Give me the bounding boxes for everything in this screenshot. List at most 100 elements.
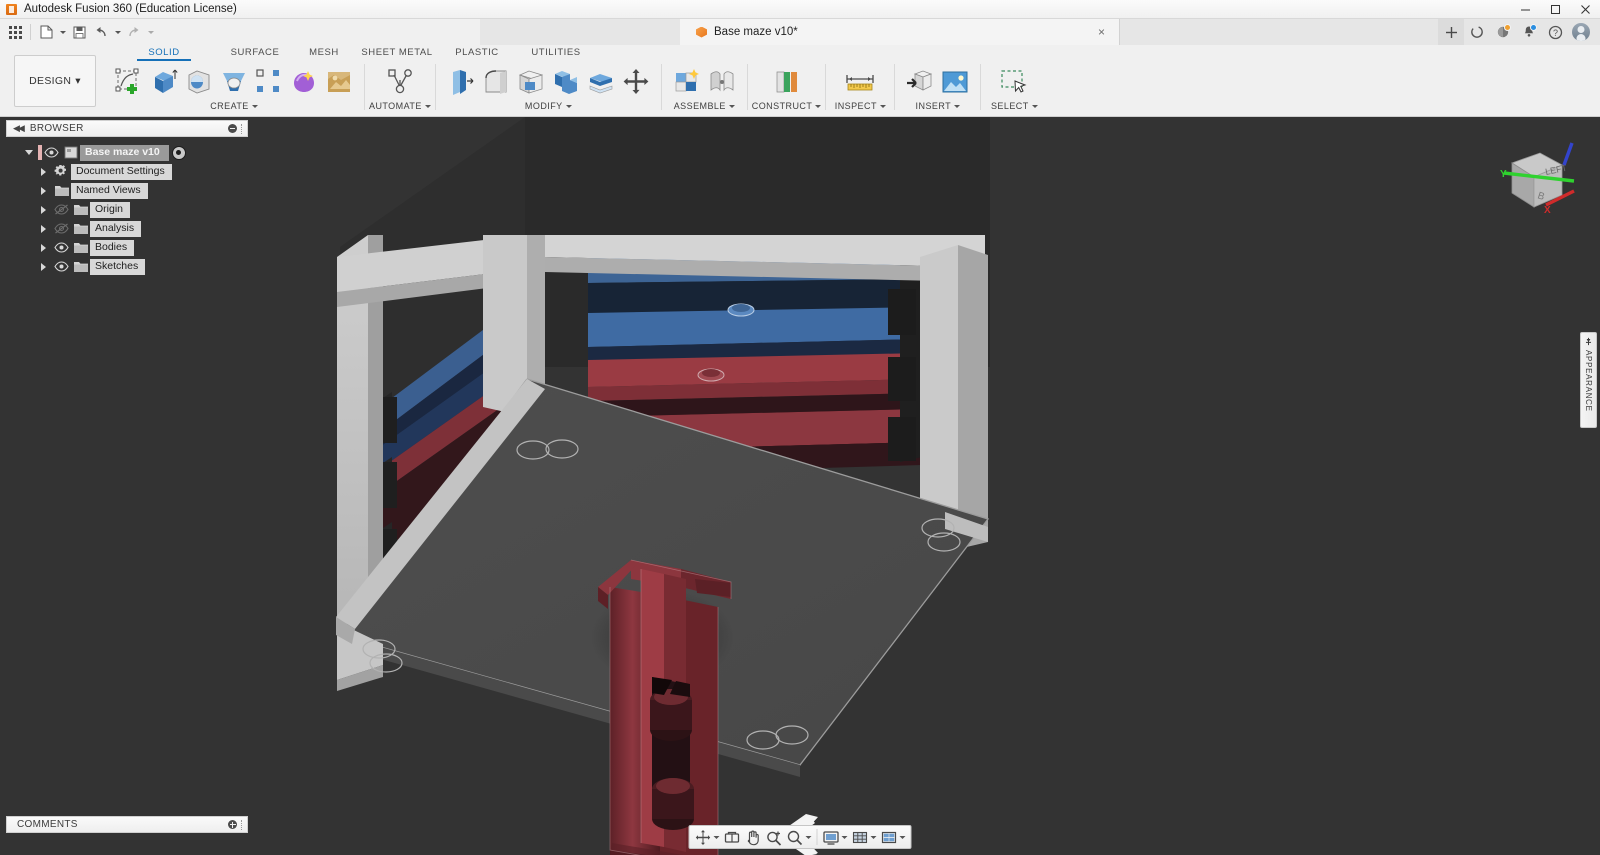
apps-grid-icon[interactable] bbox=[4, 21, 26, 43]
notifications-icon[interactable] bbox=[1516, 19, 1542, 45]
pattern-icon[interactable] bbox=[252, 64, 286, 100]
browser-panel: ◀◀ BROWSER Base maze v10 Document Settin… bbox=[6, 120, 248, 276]
grid-and-snaps[interactable] bbox=[850, 826, 879, 848]
expand-arrow-icon[interactable] bbox=[34, 200, 52, 219]
fusion-360-window: Autodesk Fusion 360 (Education License) bbox=[0, 0, 1600, 855]
visibility-eye-hidden-icon[interactable] bbox=[52, 202, 71, 217]
expand-arrow-icon[interactable] bbox=[34, 162, 52, 181]
new-tab-button[interactable] bbox=[1438, 19, 1464, 45]
redo-caret-icon[interactable] bbox=[145, 21, 156, 43]
tree-item-analysis[interactable]: Analysis bbox=[6, 219, 248, 238]
canvas-image-icon[interactable] bbox=[938, 64, 972, 100]
tab-mesh[interactable]: MESH bbox=[290, 47, 358, 61]
tree-item-bodies[interactable]: Bodies bbox=[6, 238, 248, 257]
tree-item-document-settings[interactable]: Document Settings bbox=[6, 162, 248, 181]
automate-generative-design-icon[interactable] bbox=[375, 64, 425, 100]
visibility-eye-icon[interactable] bbox=[52, 240, 71, 255]
look-at-tool[interactable] bbox=[722, 826, 743, 848]
comments-bar[interactable]: COMMENTS bbox=[6, 816, 248, 833]
workspace-switcher[interactable]: DESIGN ▾ bbox=[14, 55, 96, 107]
visibility-eye-icon[interactable] bbox=[42, 145, 61, 160]
offset-plane-icon[interactable] bbox=[759, 64, 815, 100]
tree-item-origin[interactable]: Origin bbox=[6, 200, 248, 219]
move-copy-icon[interactable] bbox=[619, 64, 653, 100]
undo-icon[interactable] bbox=[90, 21, 112, 43]
document-tab-close-icon[interactable]: × bbox=[1098, 26, 1105, 38]
ribbon-group-insert: INSERT bbox=[899, 62, 976, 117]
revolve-icon[interactable] bbox=[182, 64, 216, 100]
expand-arrow-icon[interactable] bbox=[34, 219, 52, 238]
fillet-icon[interactable] bbox=[479, 64, 513, 100]
ribbon-group-title-create[interactable]: CREATE bbox=[210, 101, 258, 111]
tab-solid[interactable]: SOLID bbox=[108, 47, 220, 61]
shell-icon[interactable] bbox=[514, 64, 548, 100]
document-tab[interactable]: Base maze v10* × bbox=[680, 19, 1120, 45]
extensions-icon[interactable] bbox=[1490, 19, 1516, 45]
ribbon-group-title-construct[interactable]: CONSTRUCT bbox=[752, 101, 822, 111]
ribbon-group-title-assemble[interactable]: ASSEMBLE bbox=[674, 101, 735, 111]
view-cube[interactable]: LEFT B Y X bbox=[1482, 135, 1575, 216]
comments-grip-icon[interactable] bbox=[241, 819, 243, 830]
tab-surface[interactable]: SURFACE bbox=[220, 47, 290, 61]
visibility-eye-icon[interactable] bbox=[52, 259, 71, 274]
ribbon-group-title-select[interactable]: SELECT bbox=[991, 101, 1038, 111]
pan-tool[interactable] bbox=[743, 826, 764, 848]
joint-icon[interactable] bbox=[705, 64, 739, 100]
job-status-icon[interactable] bbox=[1464, 19, 1490, 45]
combine-icon[interactable] bbox=[549, 64, 583, 100]
file-menu-caret-icon[interactable] bbox=[57, 21, 68, 43]
user-avatar[interactable] bbox=[1572, 23, 1590, 41]
zoom-tool[interactable] bbox=[764, 826, 785, 848]
viewports[interactable] bbox=[879, 826, 908, 848]
insert-derive-icon[interactable] bbox=[903, 64, 937, 100]
add-comment-icon[interactable] bbox=[228, 820, 237, 829]
tree-item-named-views[interactable]: Named Views bbox=[6, 181, 248, 200]
orbit-tool[interactable] bbox=[693, 826, 722, 848]
ribbon-divider bbox=[364, 64, 365, 110]
undo-caret-icon[interactable] bbox=[112, 21, 123, 43]
redo-icon[interactable] bbox=[123, 21, 145, 43]
display-settings[interactable] bbox=[821, 826, 850, 848]
help-icon[interactable]: ? bbox=[1542, 19, 1568, 45]
create-form-icon[interactable] bbox=[287, 64, 321, 100]
ribbon-group-assemble: ASSEMBLE bbox=[666, 62, 743, 117]
expand-arrow-icon[interactable] bbox=[34, 238, 52, 257]
expand-arrow-icon[interactable] bbox=[34, 181, 52, 200]
tree-item-label: Bodies bbox=[90, 239, 135, 256]
expand-arrow-icon[interactable] bbox=[34, 257, 52, 276]
press-pull-icon[interactable] bbox=[444, 64, 478, 100]
offset-face-icon[interactable] bbox=[584, 64, 618, 100]
tab-sheet-metal[interactable]: SHEET METAL bbox=[358, 47, 436, 61]
ribbon-group-title-modify[interactable]: MODIFY bbox=[525, 101, 572, 111]
create-mesh-icon[interactable] bbox=[322, 64, 356, 100]
extrude-icon[interactable] bbox=[147, 64, 181, 100]
pin-icon bbox=[1585, 337, 1592, 346]
ribbon-divider bbox=[894, 64, 896, 110]
file-icon[interactable] bbox=[35, 21, 57, 43]
maximize-button[interactable] bbox=[1540, 0, 1570, 19]
ribbon-group-title-insert[interactable]: INSERT bbox=[916, 101, 961, 111]
select-window-icon[interactable] bbox=[989, 64, 1039, 100]
ribbon-group-title-inspect[interactable]: INSPECT bbox=[835, 101, 886, 111]
ribbon-group-title-automate[interactable]: AUTOMATE bbox=[369, 101, 431, 111]
ribbon-group-select: SELECT bbox=[985, 62, 1043, 117]
expand-arrow-icon[interactable] bbox=[20, 143, 38, 162]
visibility-eye-hidden-icon[interactable] bbox=[52, 221, 71, 236]
minimize-button[interactable] bbox=[1510, 0, 1540, 19]
loft-icon[interactable] bbox=[217, 64, 251, 100]
measure-icon[interactable] bbox=[834, 64, 886, 100]
collapse-left-icon[interactable]: ◀◀ bbox=[13, 123, 25, 134]
fit-tool[interactable] bbox=[785, 826, 814, 848]
browser-grip-icon[interactable] bbox=[241, 123, 243, 134]
close-button[interactable] bbox=[1570, 0, 1600, 19]
save-icon[interactable] bbox=[68, 21, 90, 43]
tree-item-base-maze[interactable]: Base maze v10 bbox=[6, 143, 248, 162]
tab-plastic[interactable]: PLASTIC bbox=[436, 47, 518, 61]
new-component-icon[interactable] bbox=[670, 64, 704, 100]
tree-item-sketches[interactable]: Sketches bbox=[6, 257, 248, 276]
create-sketch-icon[interactable] bbox=[112, 64, 146, 100]
panel-options-icon[interactable] bbox=[228, 124, 237, 133]
activate-component-icon[interactable] bbox=[171, 145, 186, 160]
tab-utilities[interactable]: UTILITIES bbox=[518, 47, 594, 61]
appearance-panel-tab[interactable]: APPEARANCE bbox=[1580, 332, 1597, 428]
